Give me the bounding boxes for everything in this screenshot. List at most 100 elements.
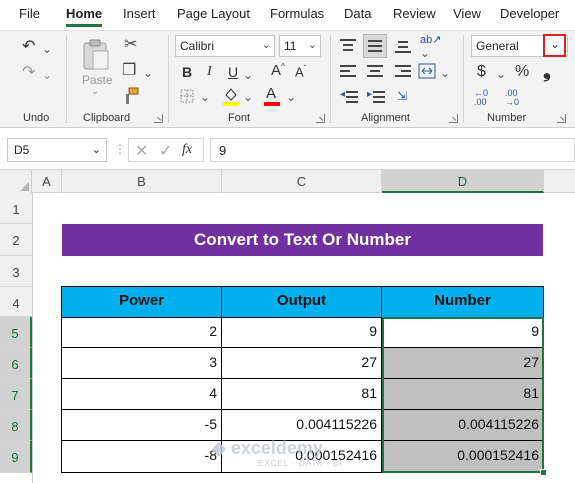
column-header-a[interactable]: A <box>32 170 62 193</box>
row-header-1[interactable]: 1 <box>0 193 32 224</box>
font-dialog-launcher-icon[interactable] <box>316 114 325 123</box>
tab-home[interactable]: Home <box>66 6 103 27</box>
currency-icon[interactable]: $ <box>477 64 486 80</box>
table-header-output[interactable]: Output <box>222 287 382 318</box>
orientation-icon[interactable]: ab↗ <box>420 35 441 46</box>
table-cell-output[interactable]: 9 <box>222 317 382 348</box>
row-header-7[interactable]: 7 <box>0 379 32 410</box>
align-left-icon[interactable] <box>340 65 356 79</box>
table-cell-power[interactable]: 3 <box>62 348 222 379</box>
table-cell-number-active[interactable]: 9 <box>382 317 544 348</box>
undo-icon[interactable]: ↶ <box>22 39 35 55</box>
tab-data[interactable]: Data <box>344 6 371 21</box>
redo-icon[interactable]: ↷ <box>22 65 35 81</box>
cancel-icon[interactable]: ✕ <box>135 141 148 161</box>
table-cell-output[interactable]: 27 <box>222 348 382 379</box>
format-painter-icon[interactable] <box>122 87 140 105</box>
align-center-icon[interactable] <box>367 65 383 79</box>
borders-icon[interactable] <box>180 89 194 103</box>
table-cell-power[interactable]: 4 <box>62 379 222 410</box>
increase-decimal-icon[interactable]: ←0.00 <box>474 89 488 107</box>
chevron-down-icon[interactable]: ⌄ <box>243 91 253 103</box>
wrap-text-icon[interactable]: ⇲ <box>397 90 407 102</box>
fill-handle[interactable] <box>540 469 547 476</box>
italic-icon[interactable]: I <box>207 65 212 79</box>
chevron-down-icon[interactable]: ⌄ <box>42 69 52 81</box>
resize-handle-icon[interactable]: ⋮ <box>114 142 126 156</box>
chevron-down-icon[interactable]: ⌄ <box>143 67 153 79</box>
worksheet-grid[interactable]: A B C D 1 2 3 4 5 6 7 8 9 Convert to Tex… <box>0 170 575 483</box>
tab-formulas[interactable]: Formulas <box>270 6 324 21</box>
column-header-c[interactable]: C <box>222 170 382 193</box>
table-header-power[interactable]: Power <box>62 287 222 318</box>
fill-color-icon[interactable] <box>222 86 240 106</box>
tab-file[interactable]: File <box>19 6 40 21</box>
table-cell-output[interactable]: 0.004115226 <box>222 410 382 441</box>
number-dialog-launcher-icon[interactable] <box>557 114 566 123</box>
chevron-down-icon[interactable]: ⌄ <box>440 67 450 79</box>
cut-icon[interactable]: ✂ <box>124 37 137 53</box>
tab-developer[interactable]: Developer <box>500 6 559 21</box>
merge-center-icon[interactable] <box>418 63 436 79</box>
row-header-2[interactable]: 2 <box>0 224 32 256</box>
row-header-6[interactable]: 6 <box>0 348 32 379</box>
enter-icon[interactable]: ✓ <box>159 141 172 161</box>
row-header-9[interactable]: 9 <box>0 441 32 473</box>
table-cell-number[interactable]: 0.004115226 <box>382 410 544 441</box>
chevron-down-icon[interactable]: ⌄ <box>496 68 506 80</box>
font-size-dropdown[interactable]: 11 ⌄ <box>279 35 321 57</box>
chevron-down-icon[interactable]: ⌄ <box>42 43 52 55</box>
table-cell-power[interactable]: 2 <box>62 317 222 348</box>
chevron-down-icon[interactable]: ⌄ <box>286 91 296 103</box>
name-box[interactable]: D5 ⌄ <box>7 138 107 162</box>
tab-page-layout[interactable]: Page Layout <box>177 6 250 21</box>
font-name-dropdown[interactable]: Calibri ⌄ <box>175 35 275 57</box>
chevron-down-icon[interactable]: ⌄ <box>420 47 430 59</box>
decrease-indent-icon[interactable]: ◂ <box>340 89 358 105</box>
tab-review[interactable]: Review <box>393 6 436 21</box>
row-header-4[interactable]: 4 <box>0 287 32 317</box>
align-top-icon[interactable] <box>340 39 356 53</box>
table-cell-power[interactable]: -8 <box>62 441 222 473</box>
tab-view[interactable]: View <box>453 6 481 21</box>
paste-button[interactable]: Paste ⌄ <box>78 37 114 97</box>
increase-indent-icon[interactable]: ▸ <box>367 89 385 105</box>
underline-icon[interactable]: U <box>228 65 238 79</box>
chevron-down-icon[interactable]: ⌄ <box>200 91 210 103</box>
group-divider <box>463 35 464 123</box>
font-color-icon[interactable]: A <box>263 85 281 107</box>
table-cell-power[interactable]: -5 <box>62 410 222 441</box>
align-right-icon[interactable] <box>395 65 411 79</box>
increase-font-size-icon[interactable]: A^ <box>271 63 285 79</box>
table-cell-output[interactable]: 81 <box>222 379 382 410</box>
align-middle-button[interactable] <box>363 34 387 58</box>
row-header-8[interactable]: 8 <box>0 410 32 441</box>
decrease-font-size-icon[interactable]: Aˇ <box>295 65 306 79</box>
table-cell-number[interactable]: 27 <box>382 348 544 379</box>
chevron-down-icon: ⌄ <box>91 144 101 156</box>
bold-icon[interactable]: B <box>182 65 192 79</box>
chevron-down-icon[interactable]: ⌄ <box>243 69 253 81</box>
row-header-3[interactable]: 3 <box>0 256 32 287</box>
table-cell-number[interactable]: 0.000152416 <box>382 441 544 473</box>
copy-icon[interactable]: ❐ <box>122 63 136 79</box>
sheet-title-cell[interactable]: Convert to Text Or Number <box>62 224 543 256</box>
align-bottom-icon[interactable] <box>395 41 411 55</box>
clipboard-dialog-launcher-icon[interactable] <box>154 114 163 123</box>
table-header-number[interactable]: Number <box>382 287 544 318</box>
row-header-5[interactable]: 5 <box>0 317 32 348</box>
table-cell-number[interactable]: 81 <box>382 379 544 410</box>
formula-input[interactable]: 9 <box>210 138 575 162</box>
alignment-dialog-launcher-icon[interactable] <box>449 114 458 123</box>
decrease-decimal-icon[interactable]: .00 →0 <box>505 89 519 107</box>
column-header-d[interactable]: D <box>382 170 544 193</box>
tab-insert[interactable]: Insert <box>123 6 156 21</box>
watermark-logo-icon: ◆ <box>212 438 226 458</box>
number-format-dropdown-button[interactable]: ⌄ <box>543 34 566 57</box>
insert-function-button[interactable]: fx <box>182 142 192 158</box>
comma-style-icon[interactable]: ❟ <box>543 61 551 81</box>
formula-bar: D5 ⌄ ⋮ ✕ ✓ fx 9 <box>0 128 575 170</box>
column-header-b[interactable]: B <box>62 170 222 193</box>
percent-icon[interactable]: % <box>515 64 529 80</box>
select-all-button[interactable] <box>0 170 32 193</box>
